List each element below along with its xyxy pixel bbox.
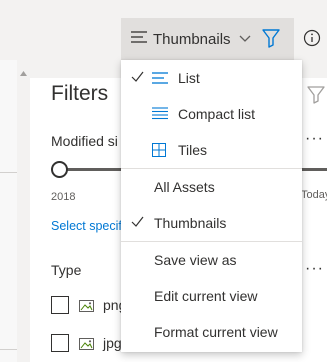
view-switcher-label: Thumbnails	[153, 30, 231, 48]
slider-start-label: 2018	[51, 191, 76, 203]
modified-filter-label: Modified si	[51, 133, 118, 149]
info-icon	[303, 29, 321, 51]
menu-item-label: Compact list	[178, 106, 256, 122]
menu-item-thumbnails[interactable]: Thumbnails	[121, 205, 302, 241]
menu-item-label: List	[178, 70, 200, 86]
menu-item-list[interactable]: List	[121, 60, 302, 96]
image-file-icon	[79, 299, 94, 317]
menu-item-label: Tiles	[178, 142, 208, 158]
type-filter-label: Type	[51, 262, 82, 278]
menu-item-compact-list[interactable]: Compact list	[121, 96, 302, 132]
menu-item-edit-current-view[interactable]: Edit current view	[121, 278, 302, 314]
filter-pane-button[interactable]	[261, 28, 281, 53]
filter-icon	[261, 29, 281, 52]
list-pane-edge	[0, 60, 17, 362]
scrollbar[interactable]	[17, 60, 30, 362]
menu-item-save-view-as[interactable]: Save view as	[121, 242, 302, 278]
info-button[interactable]	[303, 29, 321, 52]
chevron-down-icon	[239, 30, 251, 48]
slider-end-label: Today	[301, 189, 327, 201]
type-checkbox-jpg[interactable]	[51, 334, 69, 352]
divider	[0, 349, 17, 350]
checkmark-icon	[131, 70, 144, 86]
view-options-icon	[131, 30, 147, 48]
menu-item-label: Edit current view	[154, 288, 258, 304]
date-slider-thumb[interactable]	[51, 161, 68, 178]
menu-item-label: Save view as	[154, 252, 237, 268]
scroll-up-icon[interactable]	[20, 63, 27, 81]
clear-filters-icon[interactable]	[307, 86, 327, 109]
menu-item-label: Format current view	[154, 324, 278, 340]
modified-more-icon[interactable]: ···	[305, 130, 324, 148]
list-icon	[152, 71, 168, 87]
menu-item-format-current-view[interactable]: Format current view	[121, 314, 302, 350]
divider	[0, 172, 17, 173]
view-options-menu: List Compact list Tiles All Assets Thumb…	[121, 60, 302, 352]
type-more-icon[interactable]: ···	[305, 260, 324, 278]
image-file-icon	[79, 337, 94, 355]
checkmark-icon	[131, 215, 144, 231]
filters-pane-title: Filters	[51, 82, 109, 105]
menu-item-label: Thumbnails	[154, 215, 227, 231]
type-checkbox-png[interactable]	[51, 296, 69, 314]
select-specific-dates-link[interactable]: Select specif	[51, 219, 122, 233]
menu-item-all-assets[interactable]: All Assets	[121, 169, 302, 205]
compact-list-icon	[152, 107, 168, 124]
type-option-label: jpg	[103, 335, 122, 351]
menu-item-label: All Assets	[154, 179, 215, 195]
tiles-icon	[152, 143, 166, 160]
menu-item-tiles[interactable]: Tiles	[121, 132, 302, 168]
